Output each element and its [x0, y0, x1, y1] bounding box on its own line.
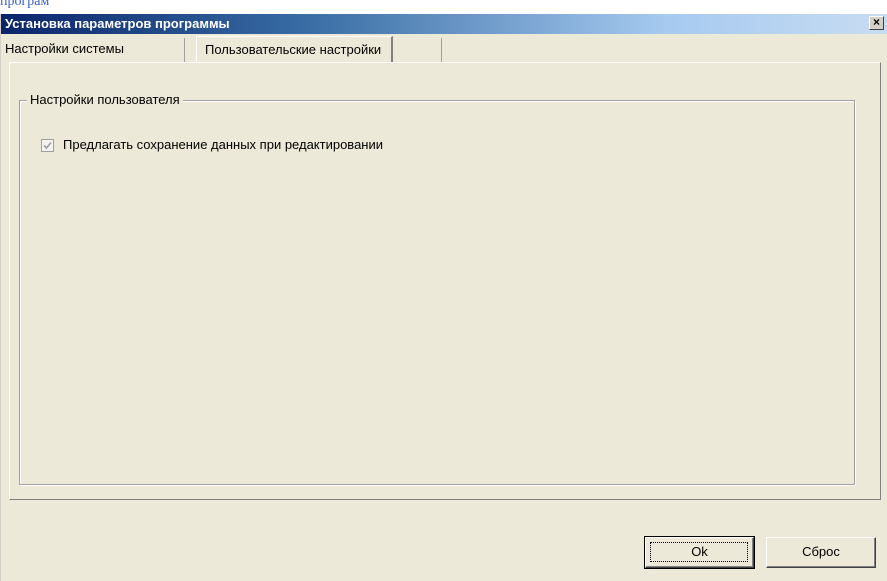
- reset-button[interactable]: Сброс: [766, 537, 876, 568]
- focus-rectangle: [650, 542, 748, 562]
- background-text-fragment: програм: [0, 0, 50, 9]
- tab-system-settings-label: Настройки системы: [5, 41, 124, 56]
- tab-user-settings-label: Пользовательские настройки: [205, 42, 382, 57]
- tab-divider: [441, 38, 442, 62]
- reset-button-label: Сброс: [802, 544, 840, 559]
- close-icon: ×: [872, 15, 880, 29]
- ok-button[interactable]: Ok: [644, 536, 755, 569]
- settings-dialog: Установка параметров программы × Настрой…: [0, 14, 887, 581]
- save-prompt-checkbox[interactable]: [41, 139, 54, 152]
- window-title: Установка параметров программы: [5, 16, 230, 31]
- background-window-fragment: програм: [0, 0, 887, 14]
- title-bar[interactable]: Установка параметров программы ×: [1, 14, 887, 34]
- close-button[interactable]: ×: [869, 16, 884, 30]
- save-prompt-label: Предлагать сохранение данных при редакти…: [63, 137, 384, 152]
- user-settings-groupbox: [19, 100, 855, 485]
- groupbox-title: Настройки пользователя: [27, 92, 183, 107]
- tab-divider: [184, 38, 185, 62]
- tab-system-settings[interactable]: Настройки системы: [1, 37, 134, 61]
- checkmark-icon: [43, 141, 52, 150]
- tab-user-settings[interactable]: Пользовательские настройки: [196, 36, 394, 63]
